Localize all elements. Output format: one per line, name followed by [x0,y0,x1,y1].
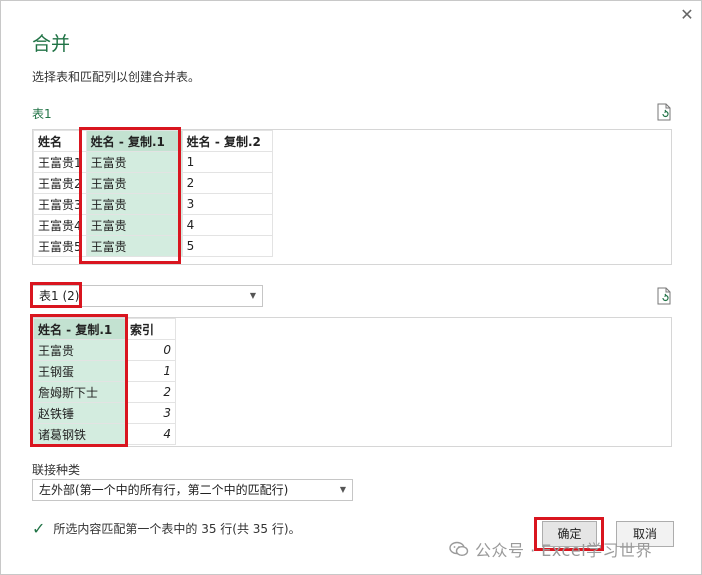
table-cell: 1 [181,151,273,173]
table-row: 王钢蛋 1 [33,360,176,382]
table2-select[interactable]: 表1 (2) ▼ [32,285,263,307]
chevron-down-icon: ▼ [339,485,346,494]
table-cell: 詹姆斯下士 [33,381,126,403]
table-header-row: 姓名 - 复制.1 索引 [33,318,176,340]
table1-grid: 姓名 姓名 - 复制.1 姓名 - 复制.2 王富贵1 王富贵 1 王富贵2 王… [33,130,273,257]
table-cell: 王富贵4 [33,214,87,236]
wechat-icon [449,541,469,557]
table-cell: 王富贵 [85,193,183,215]
table2-grid: 姓名 - 复制.1 索引 王富贵 0 王钢蛋 1 詹姆斯下士 2 赵铁锤 3 诸… [33,318,176,445]
table-row: 王富贵4 王富贵 4 [33,214,273,236]
table-row: 王富贵2 王富贵 2 [33,172,273,194]
table-row: 王富贵5 王富贵 5 [33,235,273,257]
refresh-preview-icon[interactable] [656,103,672,121]
table1-preview: 姓名 姓名 - 复制.1 姓名 - 复制.2 王富贵1 王富贵 1 王富贵2 王… [32,129,672,265]
table-cell: 4 [181,214,273,236]
dialog-title: 合并 [32,33,71,55]
table-cell: 2 [125,381,176,403]
table-cell: 王富贵 [85,151,183,173]
column-header-selected[interactable]: 姓名 - 复制.1 [85,130,183,152]
watermark-text: 公众号 · Excel学习世界 [475,541,653,560]
table-cell: 王钢蛋 [33,360,126,382]
chevron-down-icon: ▼ [249,291,256,300]
column-header-selected[interactable]: 姓名 - 复制.1 [33,318,126,340]
column-header[interactable]: 姓名 - 复制.2 [181,130,273,152]
table-row: 赵铁锤 3 [33,402,176,424]
table-header-row: 姓名 姓名 - 复制.1 姓名 - 复制.2 [33,130,273,152]
table-cell: 王富贵 [33,339,126,361]
table-cell: 王富贵 [85,214,183,236]
match-status-text: 所选内容匹配第一个表中的 35 行(共 35 行)。 [53,522,301,536]
table-cell: 王富贵5 [33,235,87,257]
table-row: 王富贵 0 [33,339,176,361]
table-cell: 2 [181,172,273,194]
table-cell: 3 [181,193,273,215]
table-cell: 5 [181,235,273,257]
column-header[interactable]: 索引 [125,318,176,340]
match-status: ✓ 所选内容匹配第一个表中的 35 行(共 35 行)。 [32,519,301,538]
table2-preview: 姓名 - 复制.1 索引 王富贵 0 王钢蛋 1 詹姆斯下士 2 赵铁锤 3 诸… [32,317,672,447]
table-cell: 王富贵 [85,172,183,194]
refresh-preview-icon[interactable] [656,287,672,305]
table-cell: 王富贵1 [33,151,87,173]
table-row: 王富贵1 王富贵 1 [33,151,273,173]
dialog-subtitle: 选择表和匹配列以创建合并表。 [32,70,201,84]
merge-dialog: ✕ 合并 选择表和匹配列以创建合并表。 表1 姓名 姓名 - 复制.1 姓名 -… [0,0,702,575]
table-cell: 诸葛钢铁 [33,423,126,445]
table-row: 王富贵3 王富贵 3 [33,193,273,215]
table-cell: 3 [125,402,176,424]
close-icon[interactable]: ✕ [677,5,697,25]
join-kind-select[interactable]: 左外部(第一个中的所有行，第二个中的匹配行) ▼ [32,479,353,501]
join-kind-label: 联接种类 [32,463,81,477]
table-cell: 王富贵2 [33,172,87,194]
table-cell: 王富贵3 [33,193,87,215]
table-row: 詹姆斯下士 2 [33,381,176,403]
watermark: 公众号 · Excel学习世界 [449,537,652,561]
join-kind-value: 左外部(第一个中的所有行，第二个中的匹配行) [39,483,289,497]
table-cell: 4 [125,423,176,445]
column-header[interactable]: 姓名 [33,130,87,152]
table-cell: 0 [125,339,176,361]
table-cell: 1 [125,360,176,382]
table-cell: 王富贵 [85,235,183,257]
table1-label: 表1 [32,107,52,121]
table-cell: 赵铁锤 [33,402,126,424]
table-row: 诸葛钢铁 4 [33,423,176,445]
table2-select-value: 表1 (2) [39,289,80,303]
checkmark-icon: ✓ [32,519,46,538]
